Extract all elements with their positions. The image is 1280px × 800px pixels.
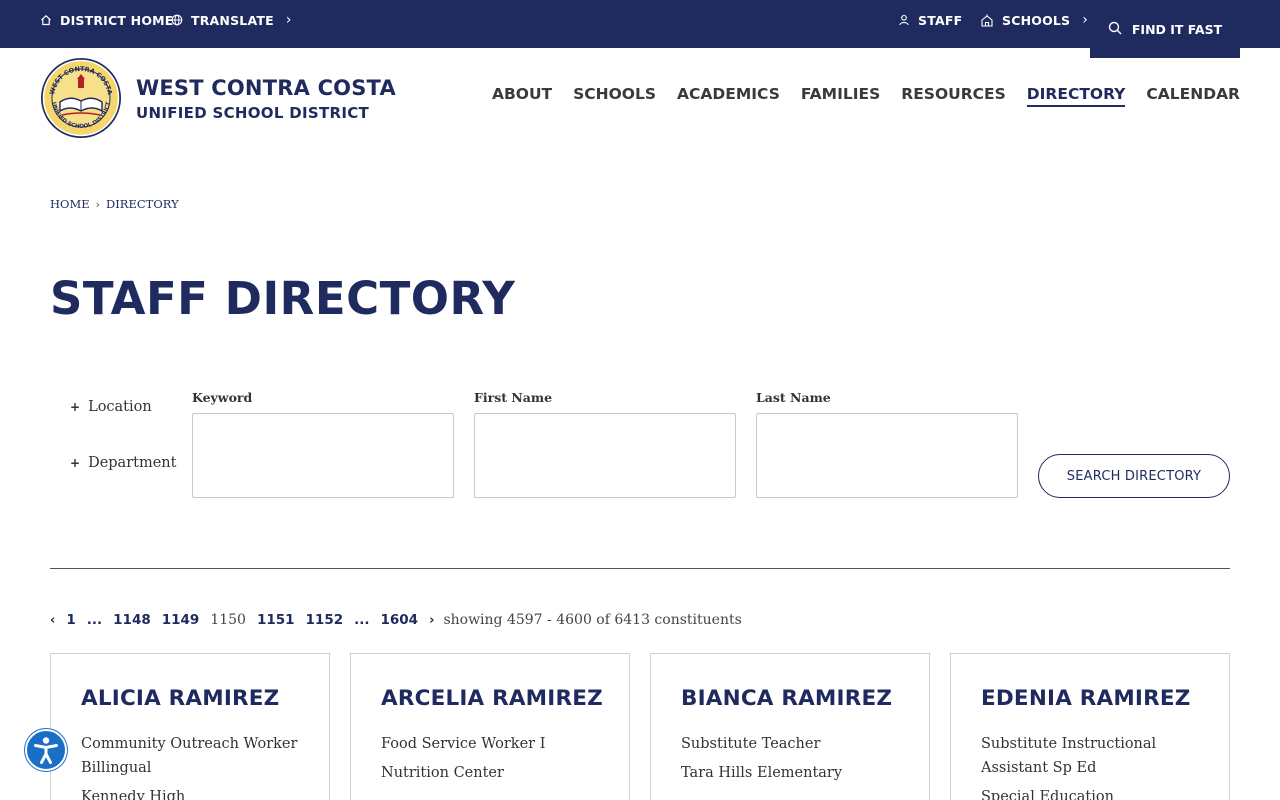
staff-title: Substitute Teacher <box>681 736 821 752</box>
staff-title: Food Service Worker I <box>381 736 546 752</box>
search-directory-button[interactable]: SEARCH DIRECTORY <box>1038 454 1230 498</box>
schools-label: SCHOOLS <box>1002 12 1071 28</box>
page-link[interactable]: 1152 <box>306 612 344 628</box>
keyword-input[interactable] <box>192 413 454 498</box>
accessibility-icon <box>27 737 65 773</box>
nav-directory[interactable]: DIRECTORY <box>1026 85 1126 107</box>
staff-name[interactable]: ARCELIA RAMIREZ <box>381 686 603 711</box>
location-filter-toggle[interactable]: + Location <box>70 399 152 415</box>
page-title: STAFF DIRECTORY <box>50 272 516 325</box>
staff-card: EDENIA RAMIREZ Substitute Instructional … <box>950 653 1230 800</box>
school-icon <box>980 14 994 27</box>
prev-page-button[interactable]: ‹ <box>50 613 55 628</box>
search-icon <box>1108 21 1122 38</box>
staff-location: Kennedy High <box>81 789 186 800</box>
schools-link[interactable]: SCHOOLS › <box>980 0 1088 40</box>
pagination-ellipsis: ... <box>354 612 370 628</box>
plus-icon: + <box>70 400 81 414</box>
last-name-input[interactable] <box>756 413 1018 498</box>
nav-resources[interactable]: RESOURCES <box>901 85 1006 107</box>
breadcrumb: HOME › DIRECTORY <box>50 197 179 211</box>
staff-location: Tara Hills Elementary <box>681 765 843 781</box>
district-name-line1[interactable]: WEST CONTRA COSTA <box>136 76 396 100</box>
breadcrumb-home[interactable]: HOME <box>50 197 90 211</box>
staff-name[interactable]: EDENIA RAMIREZ <box>981 686 1191 711</box>
department-filter-toggle[interactable]: + Department <box>70 455 176 471</box>
staff-card: ARCELIA RAMIREZ Food Service Worker I Nu… <box>350 653 630 800</box>
nav-about[interactable]: ABOUT <box>492 85 552 107</box>
staff-location: Nutrition Center <box>381 765 504 781</box>
page-current: 1150 <box>210 612 246 628</box>
find-it-fast-button[interactable]: FIND IT FAST <box>1090 0 1240 58</box>
staff-location: Special Education <box>981 789 1114 800</box>
staff-title: Substitute Instructional Assistant Sp Ed <box>981 736 1157 776</box>
district-home-label: DISTRICT HOME <box>60 12 174 28</box>
first-name-input[interactable] <box>474 413 736 498</box>
staff-title: Community Outreach Worker Billingual <box>81 736 298 776</box>
user-icon <box>898 14 910 26</box>
staff-link[interactable]: STAFF <box>898 0 962 40</box>
translate-label: TRANSLATE <box>191 12 274 28</box>
nav-schools[interactable]: SCHOOLS <box>573 85 656 107</box>
results-count: showing 4597 - 4600 of 6413 constituents <box>443 612 742 628</box>
main-navigation: ABOUT SCHOOLS ACADEMICS FAMILIES RESOURC… <box>492 85 1240 107</box>
pagination-ellipsis: ... <box>86 612 103 628</box>
chevron-right-icon: › <box>1082 12 1089 28</box>
page-link[interactable]: 1149 <box>162 612 200 628</box>
staff-label: STAFF <box>918 12 963 28</box>
globe-icon <box>171 14 183 26</box>
find-it-fast-label: FIND IT FAST <box>1131 21 1223 37</box>
page-link[interactable]: 1151 <box>257 612 295 628</box>
district-seal-logo[interactable]: WEST CONTRA COSTA UNIFIED SCHOOL DISTRIC… <box>40 57 122 139</box>
plus-icon: + <box>70 456 81 470</box>
last-name-label: Last Name <box>756 390 831 405</box>
breadcrumb-current: DIRECTORY <box>106 197 179 211</box>
nav-families[interactable]: FAMILIES <box>801 85 880 107</box>
translate-link[interactable]: TRANSLATE › <box>171 0 292 40</box>
chevron-right-icon: › <box>285 12 292 28</box>
staff-name[interactable]: ALICIA RAMIREZ <box>81 686 279 711</box>
nav-academics[interactable]: ACADEMICS <box>677 85 780 107</box>
district-home-link[interactable]: DISTRICT HOME <box>40 0 174 40</box>
staff-card: BIANCA RAMIREZ Substitute Teacher Tara H… <box>650 653 930 800</box>
page-first[interactable]: 1 <box>66 612 75 628</box>
keyword-label: Keyword <box>192 390 253 405</box>
breadcrumb-separator: › <box>95 197 101 211</box>
pagination: ‹ 1 ... 1148 1149 1150 1151 1152 ... 160… <box>50 612 742 628</box>
staff-name[interactable]: BIANCA RAMIREZ <box>681 686 892 711</box>
district-name-line2[interactable]: UNIFIED SCHOOL DISTRICT <box>136 104 369 122</box>
nav-calendar[interactable]: CALENDAR <box>1146 85 1240 107</box>
location-filter-label: Location <box>88 399 152 415</box>
first-name-label: First Name <box>474 390 553 405</box>
staff-card: ALICIA RAMIREZ Community Outreach Worker… <box>50 653 330 800</box>
page-last[interactable]: 1604 <box>381 612 419 628</box>
home-icon <box>40 14 52 26</box>
accessibility-button[interactable] <box>25 729 67 771</box>
next-page-button[interactable]: › <box>429 613 434 628</box>
department-filter-label: Department <box>88 455 177 471</box>
divider <box>50 568 1230 569</box>
page-link[interactable]: 1148 <box>113 612 151 628</box>
